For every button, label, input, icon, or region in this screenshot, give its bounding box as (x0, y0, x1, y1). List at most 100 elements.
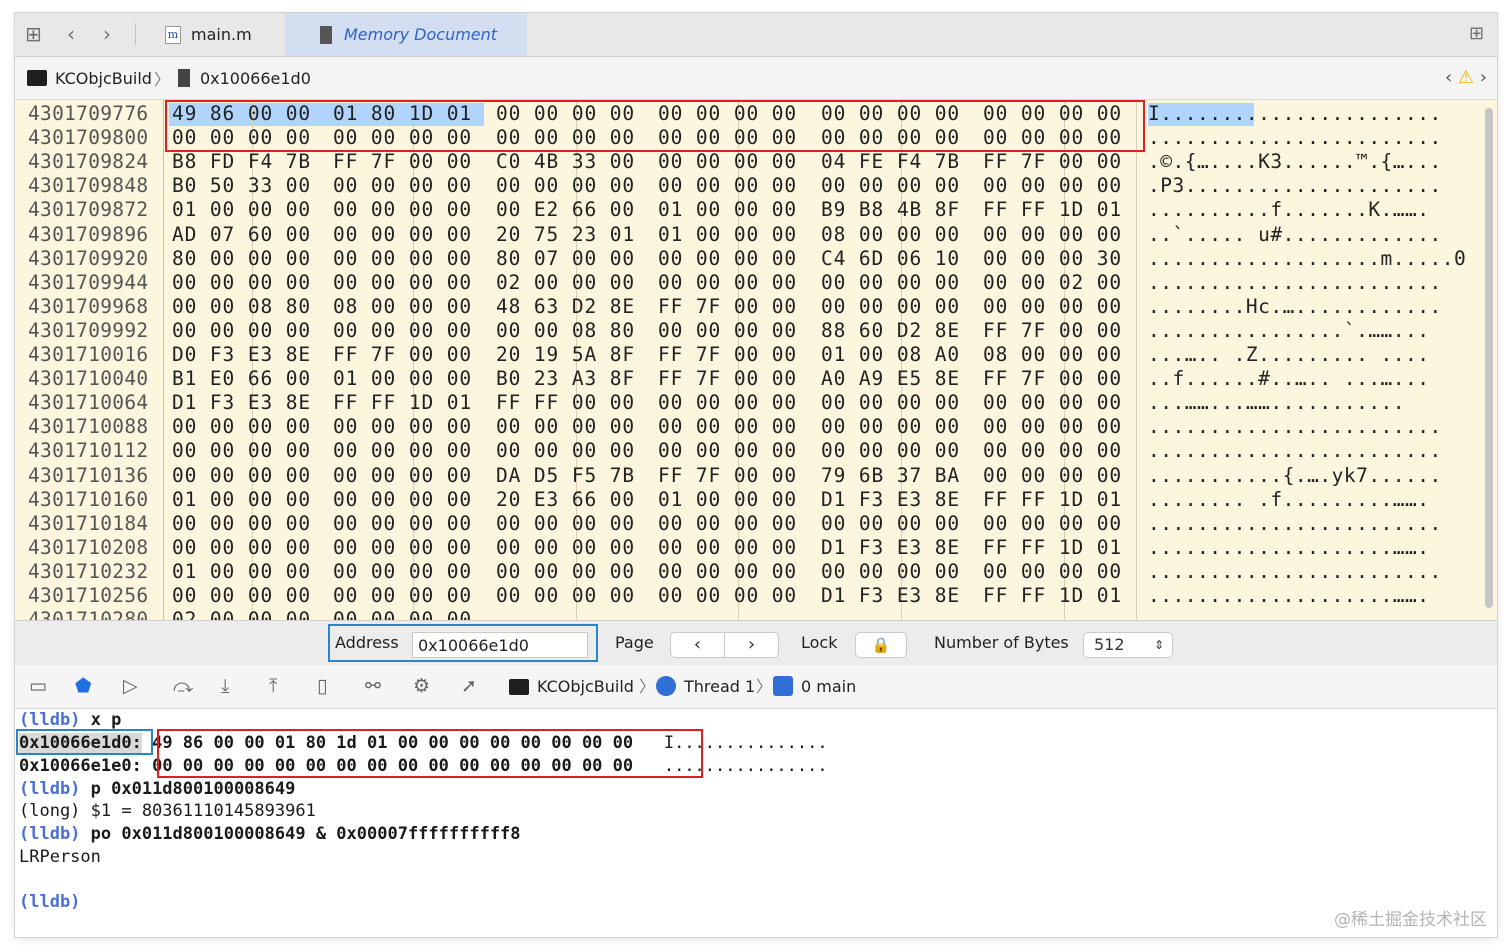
byte-group[interactable]: 00 00 00 00 (333, 174, 472, 198)
previous-issue-icon[interactable]: ‹ (1445, 67, 1452, 88)
byte-group[interactable]: 00 00 00 00 (333, 439, 472, 463)
breakpoints-icon[interactable]: ⬟ (75, 675, 92, 697)
byte-group[interactable]: FF 7F 00 00 (983, 367, 1122, 391)
byte-group[interactable]: 04 FE F4 7B (821, 150, 960, 174)
debug-frame[interactable]: 0 main (801, 665, 856, 708)
byte-group[interactable]: AD 07 60 00 (172, 223, 311, 247)
byte-group[interactable]: 01 00 08 A0 (821, 343, 960, 367)
debug-thread[interactable]: Thread 1 (684, 665, 755, 708)
byte-group[interactable]: 00 00 00 00 (172, 319, 311, 343)
breadcrumb-project[interactable]: KCObjcBuild (55, 69, 152, 88)
byte-group[interactable]: 00 00 00 00 (983, 223, 1122, 247)
byte-group[interactable]: FF 7F 00 00 (333, 343, 472, 367)
step-out-icon[interactable]: ⤒ (269, 675, 277, 697)
byte-group[interactable]: 00 00 00 00 (658, 536, 797, 560)
byte-group[interactable]: FF FF 1D 01 (333, 391, 472, 415)
byte-group[interactable]: 00 00 00 00 (821, 174, 960, 198)
byte-group[interactable]: 80 00 00 00 (172, 247, 311, 271)
number-of-bytes-select[interactable]: 512 ⇕ (1083, 632, 1173, 658)
byte-group[interactable]: 00 00 00 00 (333, 247, 472, 271)
byte-group[interactable]: 01 00 00 00 (172, 488, 311, 512)
byte-group[interactable]: 00 00 00 00 (172, 512, 311, 536)
simulate-location-icon[interactable]: ➚ (461, 675, 477, 697)
byte-group[interactable]: 00 00 00 00 (658, 512, 797, 536)
step-over-icon[interactable]: ⤼ (173, 675, 193, 697)
continue-icon[interactable]: ▷ (123, 675, 138, 697)
byte-group[interactable]: 00 00 00 00 (333, 608, 472, 620)
byte-group[interactable]: 00 00 00 00 (496, 536, 635, 560)
tab-memory-document[interactable]: Memory Document (285, 13, 527, 56)
byte-group[interactable]: 00 00 00 00 (983, 560, 1122, 584)
byte-group[interactable]: 00 00 00 00 (172, 415, 311, 439)
byte-group[interactable]: 00 00 00 00 (658, 174, 797, 198)
byte-group[interactable]: 00 00 00 00 (496, 174, 635, 198)
byte-group[interactable]: 00 00 00 00 (658, 271, 797, 295)
byte-group[interactable]: 00 00 00 00 (333, 560, 472, 584)
byte-group[interactable]: 00 00 08 80 (172, 295, 311, 319)
byte-group[interactable]: 00 00 02 00 (983, 271, 1122, 295)
byte-group[interactable]: 00 00 00 00 (821, 295, 960, 319)
byte-group[interactable]: 00 00 00 00 (658, 319, 797, 343)
byte-group[interactable]: 00 00 00 30 (983, 247, 1122, 271)
byte-group[interactable]: 00 00 00 00 (496, 512, 635, 536)
byte-group[interactable]: 00 00 00 00 (496, 439, 635, 463)
byte-group[interactable]: 00 00 00 00 (983, 464, 1122, 488)
forward-icon[interactable]: › (103, 21, 111, 47)
byte-group[interactable]: 01 00 00 00 (658, 488, 797, 512)
byte-group[interactable]: FF 7F 00 00 (983, 150, 1122, 174)
byte-group[interactable]: 01 00 00 00 (658, 223, 797, 247)
byte-group[interactable]: 00 00 00 00 (658, 247, 797, 271)
hide-debug-area-icon[interactable]: ▭ (29, 675, 47, 697)
byte-group[interactable]: 80 07 00 00 (496, 247, 635, 271)
byte-group[interactable]: D1 F3 E3 8E (821, 488, 960, 512)
byte-group[interactable]: 20 E3 66 00 (496, 488, 635, 512)
environment-overrides-icon[interactable]: ⚙ (413, 675, 430, 697)
byte-group[interactable]: B0 23 A3 8F (496, 367, 635, 391)
grid-icon[interactable]: ⊞ (25, 21, 42, 47)
byte-group[interactable]: FF FF 1D 01 (983, 584, 1122, 608)
byte-group[interactable]: 00 00 00 00 (333, 223, 472, 247)
byte-group[interactable]: 00 00 00 00 (333, 512, 472, 536)
byte-group[interactable]: 00 00 00 00 (821, 512, 960, 536)
byte-group[interactable]: 00 00 00 00 (333, 464, 472, 488)
byte-group[interactable]: C4 6D 06 10 (821, 247, 960, 271)
byte-group[interactable]: 00 00 00 00 (658, 439, 797, 463)
byte-group[interactable]: 00 00 00 00 (821, 271, 960, 295)
step-into-icon[interactable]: ⤓ (221, 675, 229, 697)
byte-group[interactable]: 08 00 00 00 (983, 343, 1122, 367)
byte-group[interactable]: 01 00 00 00 (333, 367, 472, 391)
breadcrumb-address[interactable]: 0x10066e1d0 (200, 69, 311, 88)
byte-group[interactable]: 00 00 00 00 (658, 415, 797, 439)
view-hierarchy-icon[interactable]: ▯ (317, 675, 327, 697)
byte-group[interactable]: 00 00 00 00 (821, 439, 960, 463)
byte-group[interactable]: 00 00 00 00 (658, 584, 797, 608)
byte-group[interactable]: D1 F3 E3 8E (821, 536, 960, 560)
byte-group[interactable]: 00 00 08 80 (496, 319, 635, 343)
byte-group[interactable]: 00 00 00 00 (172, 464, 311, 488)
lock-button[interactable]: 🔒 (855, 632, 907, 658)
byte-group[interactable]: 00 00 00 00 (333, 488, 472, 512)
hex-scrollbar[interactable] (1485, 108, 1493, 608)
byte-group[interactable]: 00 00 00 00 (983, 512, 1122, 536)
byte-group[interactable]: D1 F3 E3 8E (172, 391, 311, 415)
byte-group[interactable]: FF 7F 00 00 (658, 367, 797, 391)
byte-group[interactable]: 00 00 00 00 (333, 319, 472, 343)
byte-group[interactable]: 88 60 D2 8E (821, 319, 960, 343)
byte-group[interactable]: FF 7F 00 00 (983, 319, 1122, 343)
byte-group[interactable]: D1 F3 E3 8E (821, 584, 960, 608)
byte-group[interactable]: 79 6B 37 BA (821, 464, 960, 488)
byte-group[interactable]: 00 00 00 00 (658, 391, 797, 415)
byte-group[interactable]: FF 7F 00 00 (658, 343, 797, 367)
byte-group[interactable]: 00 00 00 00 (172, 536, 311, 560)
byte-group[interactable]: 02 00 00 00 (496, 271, 635, 295)
byte-group[interactable]: FF 7F 00 00 (658, 295, 797, 319)
byte-group[interactable]: 00 00 00 00 (983, 391, 1122, 415)
tab-main-m[interactable]: m main.m (165, 13, 285, 56)
byte-group[interactable]: 02 00 00 00 (172, 608, 311, 620)
byte-group[interactable]: 00 00 00 00 (821, 391, 960, 415)
byte-group[interactable]: 00 E2 66 00 (496, 198, 635, 222)
page-next-button[interactable]: › (724, 632, 779, 658)
byte-group[interactable]: 00 00 00 00 (172, 439, 311, 463)
byte-group[interactable]: 00 00 00 00 (496, 415, 635, 439)
byte-group[interactable]: 00 00 00 00 (983, 415, 1122, 439)
